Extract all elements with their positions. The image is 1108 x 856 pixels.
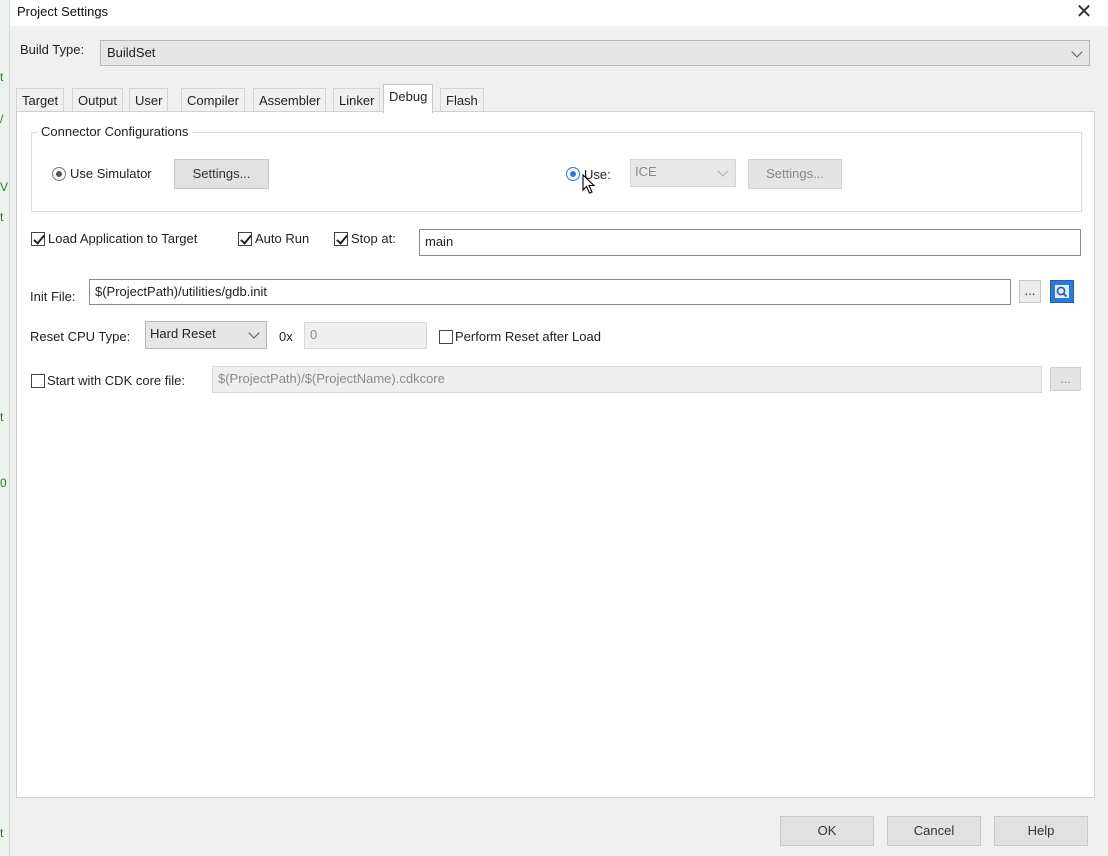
tab-target[interactable]: Target [16, 88, 65, 112]
cdk-core-file-browse-button[interactable]: ... [1050, 367, 1081, 391]
reset-cpu-type-label: Reset CPU Type: [30, 329, 131, 344]
cancel-button[interactable]: Cancel [887, 816, 981, 846]
debug-settings-panel: Connector Configurations Use Simulator S… [16, 111, 1095, 798]
button-label: Cancel [913, 823, 955, 838]
tab-label: Target [22, 93, 59, 108]
connector-configurations-legend: Connector Configurations [37, 124, 193, 139]
auto-run-label: Auto Run [255, 231, 310, 246]
stop-at-checkbox[interactable] [334, 232, 348, 246]
background-glyph: t [0, 70, 4, 84]
button-label: Settings... [192, 166, 251, 181]
stop-at-value: main [425, 234, 454, 249]
simulator-settings-button[interactable]: Settings... [174, 159, 269, 189]
tab-debug[interactable]: Debug [383, 84, 434, 113]
cdk-core-file-checkbox[interactable] [31, 374, 45, 388]
button-label: ... [1060, 371, 1071, 386]
load-application-checkbox[interactable] [31, 232, 45, 246]
cdk-core-file-input[interactable]: $(ProjectPath)/$(ProjectName).cdkcore [212, 366, 1042, 393]
build-type-select[interactable]: BuildSet [100, 40, 1090, 66]
background-glyph: / [0, 112, 4, 126]
tab-label: User [135, 93, 163, 108]
init-file-input[interactable]: $(ProjectPath)/utilities/gdb.init [89, 279, 1011, 305]
perform-reset-checkbox[interactable] [439, 330, 453, 344]
tab-linker[interactable]: Linker [333, 88, 381, 112]
use-ice-radio[interactable] [566, 167, 580, 181]
background-glyph: t [0, 210, 4, 224]
ice-settings-button[interactable]: Settings... [748, 159, 842, 189]
init-file-search-button[interactable] [1050, 280, 1074, 303]
tab-label: Flash [446, 93, 478, 108]
perform-reset-label: Perform Reset after Load [455, 329, 601, 344]
chevron-down-icon [717, 165, 729, 177]
hex-prefix-label: 0x [279, 329, 293, 344]
reset-cpu-type-value: Hard Reset [150, 326, 216, 341]
tab-label: Output [78, 93, 118, 108]
tab-output[interactable]: Output [72, 88, 124, 112]
background-glyph: t [0, 410, 4, 424]
tab-label: Assembler [259, 93, 321, 108]
help-button[interactable]: Help [994, 816, 1088, 846]
init-file-label: Init File: [30, 289, 76, 304]
use-simulator-radio[interactable] [52, 167, 66, 181]
auto-run-checkbox[interactable] [238, 232, 252, 246]
reset-address-input[interactable]: 0 [304, 322, 427, 349]
tab-user[interactable]: User [129, 88, 169, 112]
reset-address-value: 0 [310, 327, 318, 342]
load-application-label: Load Application to Target [48, 231, 198, 246]
chevron-down-icon [248, 327, 260, 339]
background-glyph: V [0, 180, 9, 194]
button-label: Help [1027, 823, 1055, 838]
stop-at-label: Stop at: [351, 231, 396, 246]
tab-flash[interactable]: Flash [440, 88, 484, 112]
tab-assembler[interactable]: Assembler [253, 88, 327, 112]
build-type-value: BuildSet [107, 45, 156, 60]
close-button[interactable]: ✕ [1072, 1, 1096, 23]
tab-label: Linker [339, 93, 375, 108]
title-bar[interactable]: Project Settings ✕ [10, 0, 1108, 26]
init-file-value: $(ProjectPath)/utilities/gdb.init [95, 284, 267, 299]
button-label: Settings... [766, 166, 824, 181]
tab-label: Debug [389, 89, 428, 104]
button-label: ... [1024, 283, 1036, 298]
use-simulator-label: Use Simulator [70, 166, 152, 181]
tab-compiler[interactable]: Compiler [181, 88, 246, 112]
reset-cpu-type-select[interactable]: Hard Reset [145, 321, 267, 349]
chevron-down-icon [1071, 46, 1083, 58]
close-icon: ✕ [1075, 1, 1093, 23]
window-title: Project Settings [17, 4, 109, 19]
settings-tab-bar: Target Output User Compiler Assembler Li… [16, 84, 1096, 113]
tab-label: Compiler [187, 93, 240, 108]
mouse-cursor-icon [582, 174, 596, 194]
search-icon [1055, 285, 1069, 298]
background-window-strip: t / V t t 0 t [0, 0, 10, 856]
background-glyph: t [0, 826, 4, 840]
connector-type-select[interactable]: ICE [630, 159, 736, 187]
cdk-core-file-value: $(ProjectPath)/$(ProjectName).cdkcore [218, 371, 445, 386]
button-label: OK [817, 823, 837, 838]
ok-button[interactable]: OK [780, 816, 874, 846]
cdk-core-file-label: Start with CDK core file: [47, 373, 185, 388]
build-type-label: Build Type: [20, 42, 85, 57]
stop-at-input[interactable]: main [419, 229, 1081, 256]
connector-type-value: ICE [635, 164, 657, 179]
background-glyph: 0 [0, 476, 7, 490]
init-file-browse-button[interactable]: ... [1019, 280, 1041, 303]
project-settings-dialog: t / V t t 0 t Project Settings ✕ Build T… [0, 0, 1108, 856]
